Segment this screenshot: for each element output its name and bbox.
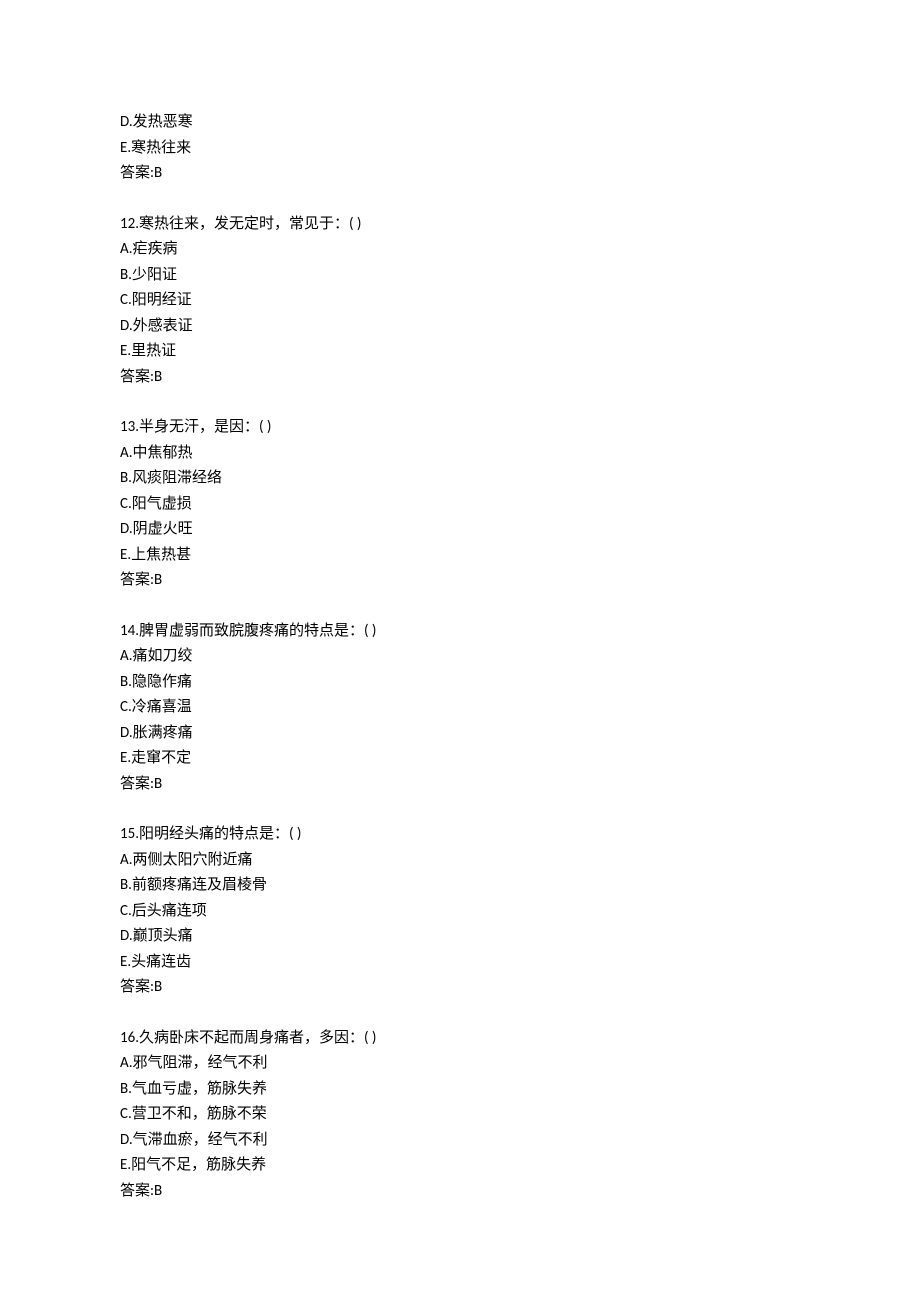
option-d: D.外感表证: [120, 314, 800, 340]
answer-line: 答案:B: [120, 365, 800, 391]
option-d: D.胀满疼痛: [120, 721, 800, 747]
option-a: A.疟疾病: [120, 237, 800, 263]
option-e: E.寒热往来: [120, 136, 800, 162]
question-stem: 13.半身无汗，是因：( ): [120, 415, 800, 441]
option-b: B.气血亏虚，筋脉失养: [120, 1077, 800, 1103]
option-d: D.气滞血瘀，经气不利: [120, 1128, 800, 1154]
question-stem: 12.寒热往来，发无定时，常见于：( ): [120, 212, 800, 238]
question-16: 16.久病卧床不起而周身痛者，多因：( ) A.邪气阻滞，经气不利 B.气血亏虚…: [120, 1026, 800, 1205]
option-c: C.后头痛连项: [120, 899, 800, 925]
question-stem: 14.脾胃虚弱而致脘腹疼痛的特点是：( ): [120, 619, 800, 645]
answer-line: 答案:B: [120, 772, 800, 798]
answer-line: 答案:B: [120, 161, 800, 187]
option-b: B.风痰阻滞经络: [120, 466, 800, 492]
question-15: 15.阳明经头痛的特点是：( ) A.两侧太阳穴附近痛 B.前额疼痛连及眉棱骨 …: [120, 822, 800, 1001]
orphan-option-block: D.发热恶寒 E.寒热往来 答案:B: [120, 110, 800, 187]
question-13: 13.半身无汗，是因：( ) A.中焦郁热 B.风痰阻滞经络 C.阳气虚损 D.…: [120, 415, 800, 594]
answer-line: 答案:B: [120, 975, 800, 1001]
option-e: E.阳气不足，筋脉失养: [120, 1153, 800, 1179]
option-a: A.痛如刀绞: [120, 644, 800, 670]
option-d: D.阴虚火旺: [120, 517, 800, 543]
page-content: D.发热恶寒 E.寒热往来 答案:B 12.寒热往来，发无定时，常见于：( ) …: [0, 0, 920, 1289]
answer-line: 答案:B: [120, 568, 800, 594]
option-e: E.头痛连齿: [120, 950, 800, 976]
option-a: A.中焦郁热: [120, 441, 800, 467]
option-b: B.少阳证: [120, 263, 800, 289]
question-stem: 16.久病卧床不起而周身痛者，多因：( ): [120, 1026, 800, 1052]
option-d: D.巅顶头痛: [120, 924, 800, 950]
option-a: A.邪气阻滞，经气不利: [120, 1051, 800, 1077]
option-b: B.前额疼痛连及眉棱骨: [120, 873, 800, 899]
option-c: C.阳气虚损: [120, 492, 800, 518]
option-c: C.营卫不和，筋脉不荣: [120, 1102, 800, 1128]
option-e: E.里热证: [120, 339, 800, 365]
option-a: A.两侧太阳穴附近痛: [120, 848, 800, 874]
option-d: D.发热恶寒: [120, 110, 800, 136]
question-stem: 15.阳明经头痛的特点是：( ): [120, 822, 800, 848]
answer-line: 答案:B: [120, 1179, 800, 1205]
question-12: 12.寒热往来，发无定时，常见于：( ) A.疟疾病 B.少阳证 C.阳明经证 …: [120, 212, 800, 391]
option-e: E.走窜不定: [120, 746, 800, 772]
question-14: 14.脾胃虚弱而致脘腹疼痛的特点是：( ) A.痛如刀绞 B.隐隐作痛 C.冷痛…: [120, 619, 800, 798]
option-e: E.上焦热甚: [120, 543, 800, 569]
option-b: B.隐隐作痛: [120, 670, 800, 696]
option-c: C.冷痛喜温: [120, 695, 800, 721]
option-c: C.阳明经证: [120, 288, 800, 314]
